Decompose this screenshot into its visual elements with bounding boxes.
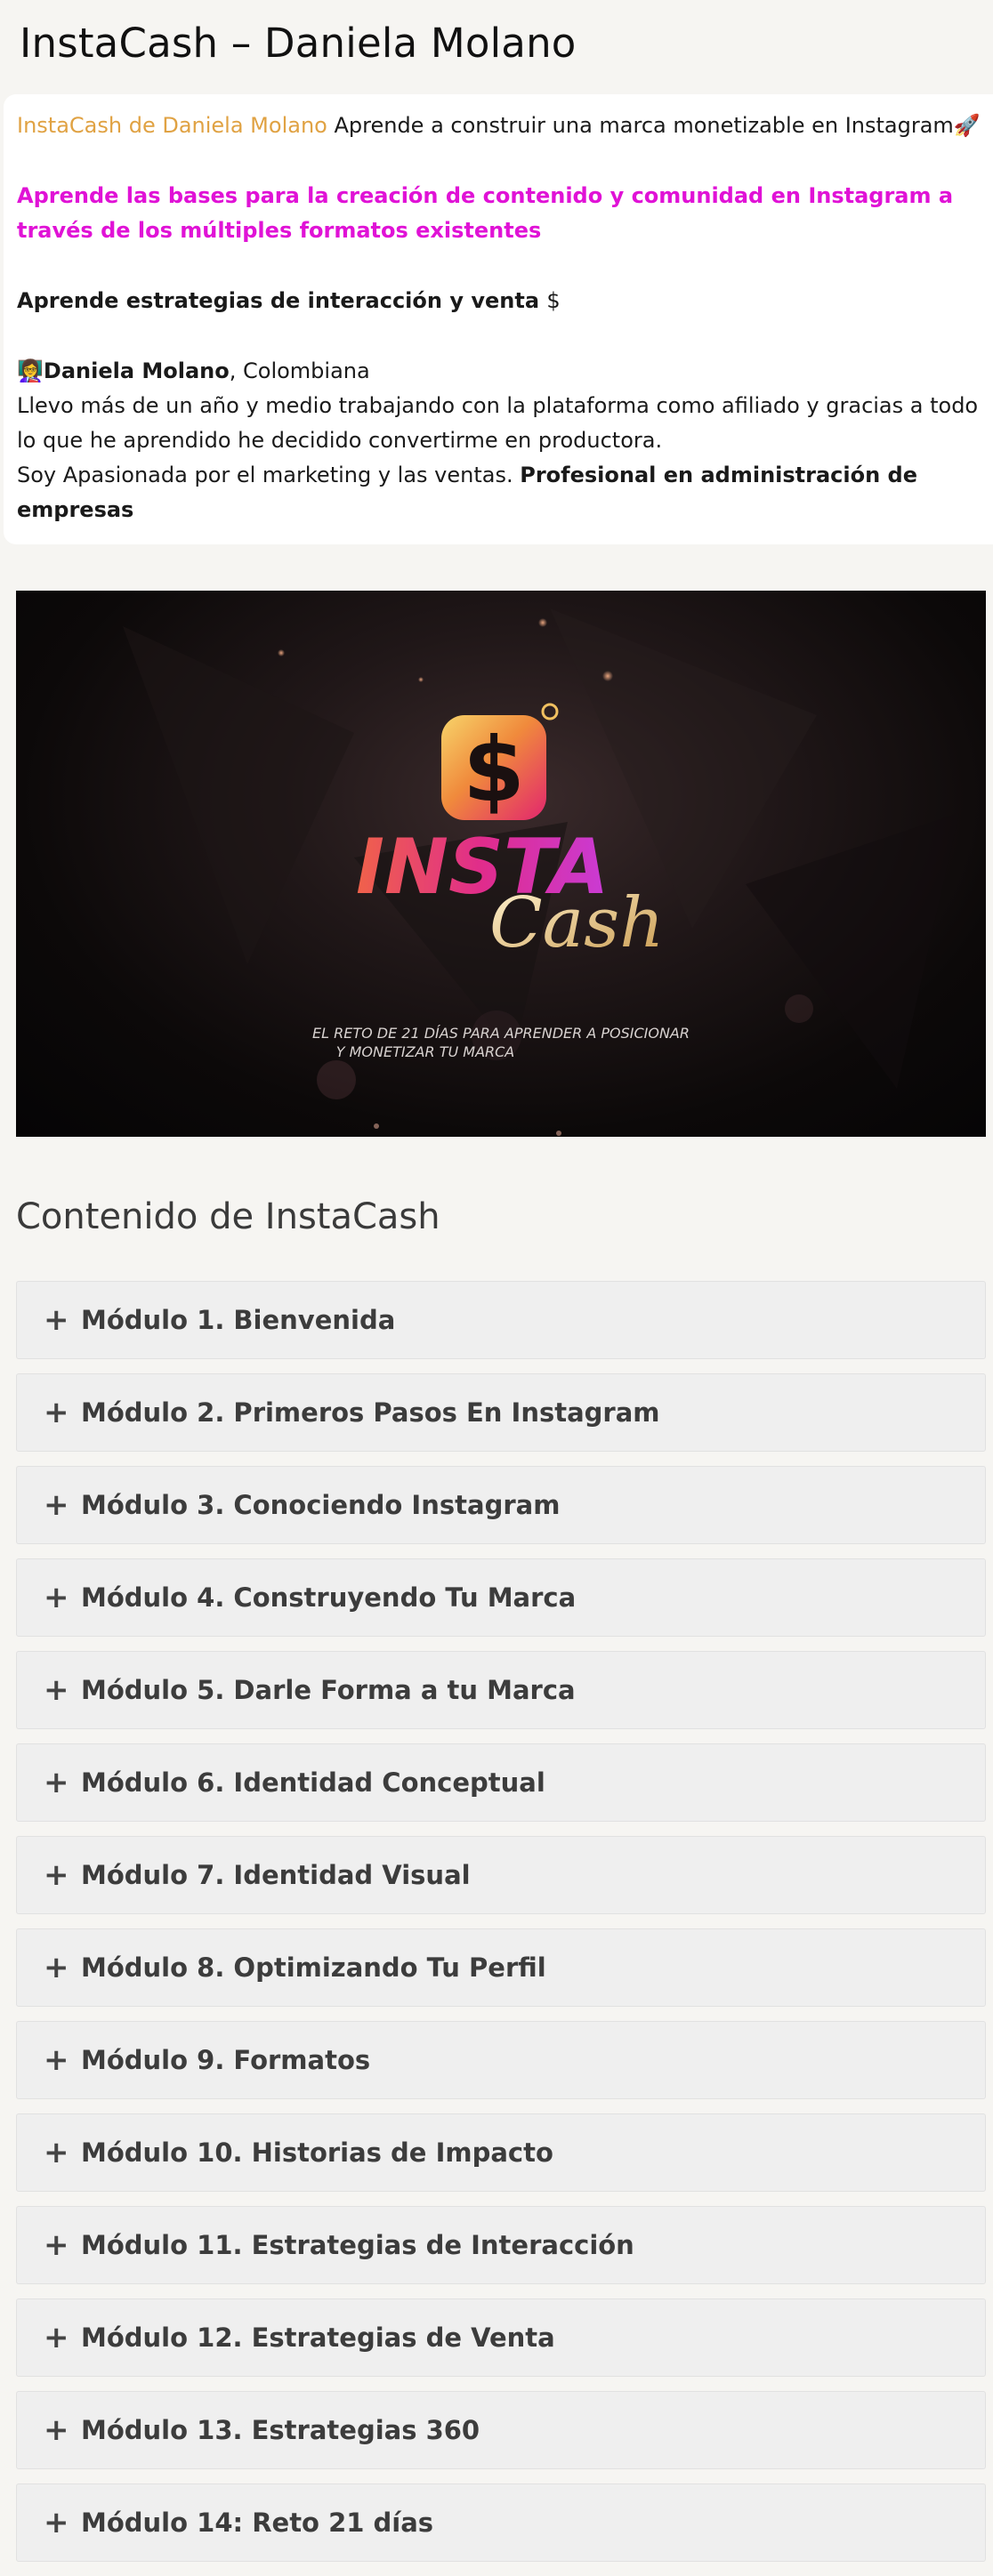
logo-cash-text: Cash [489,883,664,963]
module-item[interactable]: + Módulo 8. Optimizando Tu Perfil [16,1928,986,2007]
rocket-icon: 🚀 [953,113,981,138]
highlight-text: Aprende las bases para la creación de co… [17,183,954,243]
module-title: Módulo 5. Darle Forma a tu Marca [81,1675,576,1705]
module-accordion: + Módulo 1. Bienvenida + Módulo 2. Primero… [16,1281,986,2576]
module-title: Módulo 8. Optimizando Tu Perfil [81,1952,546,1983]
module-item[interactable]: + Módulo 5. Darle Forma a tu Marca [16,1651,986,1729]
strategies-text: Aprende estrategias de interacción y ven… [17,288,547,313]
module-title: Módulo 7. Identidad Visual [81,1860,471,1890]
module-title: Módulo 1. Bienvenida [81,1305,396,1335]
module-title: Módulo 4. Construyendo Tu Marca [81,1582,577,1613]
strategies-line: Aprende estrategias de interacción y ven… [17,284,993,318]
logo-dollar: $ [463,718,525,822]
hero-artwork: $ INSTA Cash EL RETO DE 21 DÍAS PARA APR… [123,608,959,1136]
module-title: Módulo 13. Estrategias 360 [81,2415,480,2445]
module-item[interactable]: + Módulo 2. Primeros Pasos En Instagram [16,1373,986,1452]
module-item[interactable]: + Módulo 1. Bienvenida [16,1281,986,1359]
hero-caption-2: Y MONETIZAR TU MARCA [336,1043,515,1060]
plus-icon: + [44,2042,69,2078]
module-item[interactable]: + Módulo 3. Conociendo Instagram [16,1466,986,1544]
plus-icon: + [44,2135,69,2170]
module-title: Módulo 6. Identidad Conceptual [81,1767,545,1798]
module-title: Módulo 3. Conociendo Instagram [81,1490,561,1520]
module-item[interactable]: + Módulo 14: Reto 21 días [16,2483,986,2562]
plus-icon: + [44,1395,69,1430]
plus-icon: + [44,2412,69,2448]
author-line: 👩‍🏫Daniela Molano, Colombiana [17,354,993,389]
module-title: Módulo 2. Primeros Pasos En Instagram [81,1397,660,1428]
plus-icon: + [44,1302,69,1338]
module-item[interactable]: + Módulo 6. Identidad Conceptual [16,1743,986,1822]
module-item[interactable]: + Módulo 7. Identidad Visual [16,1836,986,1914]
module-item[interactable]: + Módulo 4. Construyendo Tu Marca [16,1558,986,1637]
module-item[interactable]: + Módulo 10. Historias de Impacto [16,2113,986,2192]
plus-icon: + [44,1857,69,1893]
course-link[interactable]: InstaCash de Daniela Molano [17,113,327,138]
module-item[interactable]: + Módulo 13. Estrategias 360 [16,2391,986,2469]
plus-icon: + [44,2320,69,2355]
intro-line: InstaCash de Daniela Molano Aprende a co… [17,109,993,143]
plus-icon: + [44,2505,69,2540]
plus-icon: + [44,1672,69,1708]
course-description-card: InstaCash de Daniela Molano Aprende a co… [4,94,993,544]
author-passion: Soy Apasionada por el marketing y las ve… [17,463,521,487]
module-title: Módulo 14: Reto 21 días [81,2508,434,2538]
plus-icon: + [44,1765,69,1800]
plus-icon: + [44,2227,69,2263]
module-item[interactable]: + Módulo 9. Formatos [16,2021,986,2099]
page-title: InstaCash – Daniela Molano [20,20,577,67]
dollar-icon: $ [546,288,561,313]
author-profession-line: Soy Apasionada por el marketing y las ve… [17,458,993,527]
module-item[interactable]: + Módulo 11. Estrategias de Interacción [16,2206,986,2284]
module-item[interactable]: + Módulo 12. Estrategias de Venta [16,2298,986,2377]
module-title: Módulo 10. Historias de Impacto [81,2137,553,2168]
module-title: Módulo 12. Estrategias de Venta [81,2322,555,2353]
plus-icon: + [44,1580,69,1615]
tagline-text: Aprende a construir una marca monetizabl… [327,113,954,138]
author-name: Daniela Molano [43,358,230,383]
module-title: Módulo 11. Estrategias de Interacción [81,2230,634,2260]
module-title: Módulo 9. Formatos [81,2045,371,2075]
plus-icon: + [44,1487,69,1523]
teacher-icon: 👩‍🏫 [17,358,44,383]
course-hero-image: $ INSTA Cash EL RETO DE 21 DÍAS PARA APR… [16,591,986,1137]
content-section-title: Contenido de InstaCash [16,1196,440,1237]
plus-icon: + [44,1950,69,1985]
hero-caption-1: EL RETO DE 21 DÍAS PARA APRENDER A POSIC… [312,1025,690,1042]
author-origin: , Colombiana [229,358,370,383]
author-bio: Llevo más de un año y medio trabajando c… [17,393,979,453]
